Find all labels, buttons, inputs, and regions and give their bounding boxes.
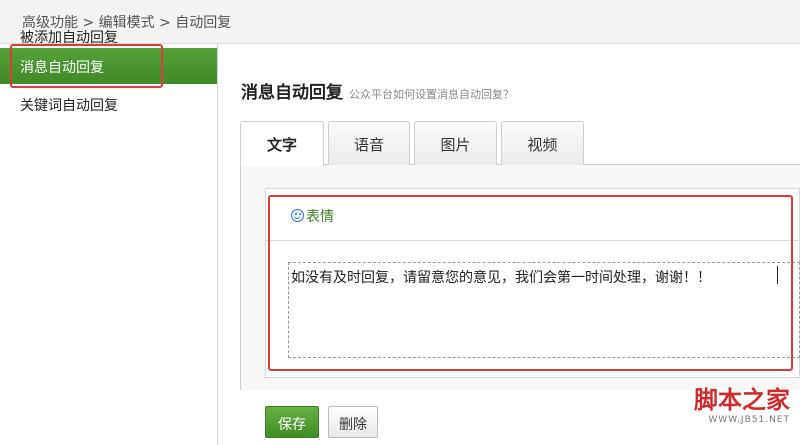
watermark-text: 脚本之家 (694, 386, 790, 414)
smiley-icon (291, 209, 304, 222)
page-subtitle-link[interactable]: 公众平台如何设置消息自动回复？ (349, 88, 514, 101)
tab-video[interactable]: 视频 (501, 121, 584, 165)
tab-text[interactable]: 文字 (240, 121, 324, 166)
sidebar-item-keyword-auto-reply[interactable]: 关键词自动回复 (0, 86, 217, 122)
editor-toolbar-divider (265, 240, 800, 241)
tab-voice[interactable]: 语音 (328, 121, 410, 165)
emoji-button[interactable]: 表情 (291, 206, 334, 226)
page-title: 消息自动回复 公众平台如何设置消息自动回复？ (241, 78, 514, 103)
sidebar-item-message-auto-reply[interactable]: 消息自动回复 (0, 48, 217, 84)
watermark: 脚本之家 WWW.JB51.NET (640, 380, 790, 425)
page-title-text: 消息自动回复 (241, 83, 343, 103)
delete-button[interactable]: 删除 (328, 406, 378, 438)
text-caret (777, 266, 778, 284)
reply-text-area[interactable]: 如没有及时回复，请留意您的意见，我们会第一时间处理，谢谢！！ (288, 262, 800, 358)
watermark-url: WWW.JB51.NET (708, 415, 790, 425)
emoji-button-label: 表情 (306, 209, 334, 225)
save-button[interactable]: 保存 (265, 406, 319, 438)
tab-image[interactable]: 图片 (414, 121, 497, 165)
